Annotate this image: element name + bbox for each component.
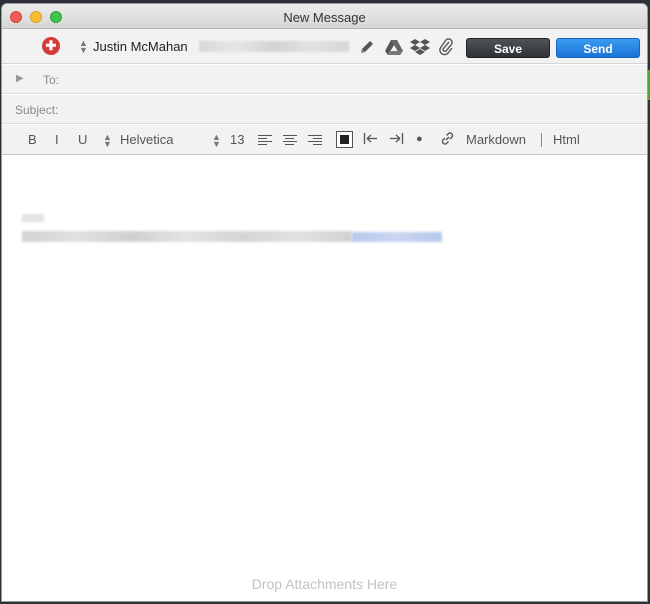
redacted-text [22,231,352,242]
title-bar: New Message [2,4,647,29]
underline-button[interactable]: U [78,132,87,148]
compose-window: New Message ✚ ▲ ▼ Justin McMahan Save Sen… [2,4,647,601]
indent-icon[interactable] [389,131,404,150]
font-stepper-icon[interactable]: ▲ ▼ [103,133,112,149]
window-title: New Message [283,10,366,25]
save-button[interactable]: Save [466,38,550,58]
mode-separator [541,133,542,147]
dropbox-icon[interactable] [410,38,430,61]
link-icon[interactable] [440,131,455,150]
to-row: ▶ To: [2,65,647,94]
subject-field[interactable] [68,100,640,120]
disclosure-triangle-icon[interactable]: ▶ [16,73,24,84]
outdent-icon[interactable] [363,131,378,150]
attachment-icon[interactable] [438,38,454,61]
text-color-icon[interactable] [336,131,353,152]
markdown-mode-button[interactable]: Markdown [466,132,526,148]
to-label: To: [43,73,60,87]
size-stepper-icon[interactable]: ▲ ▼ [212,133,221,149]
bold-button[interactable]: B [28,132,37,148]
account-icon[interactable]: ✚ [42,37,60,55]
from-account-name[interactable]: Justin McMahan [93,39,188,54]
send-button[interactable]: Send [556,38,640,58]
message-body[interactable]: Drop Attachments Here [2,156,647,601]
font-family-select[interactable]: Helvetica [120,132,173,148]
font-size-select[interactable]: 13 [230,132,244,148]
google-drive-icon[interactable] [384,38,404,61]
redacted-link [352,232,442,242]
italic-button[interactable]: I [55,132,59,148]
html-mode-button[interactable]: Html [553,132,580,148]
redacted-text [22,214,44,222]
align-right-icon[interactable] [308,135,322,145]
align-left-icon[interactable] [258,135,272,145]
pencil-icon[interactable] [358,38,376,61]
from-row: ✚ ▲ ▼ Justin McMahan Save Send [2,29,647,64]
drop-attachments-hint: Drop Attachments Here [251,576,398,592]
align-center-icon[interactable] [283,135,297,145]
from-email-redacted [199,41,349,52]
format-toolbar: B I U ▲ ▼ Helvetica ▲ ▼ 13 ● Markdown Html [2,125,647,155]
to-field[interactable] [66,70,640,90]
from-stepper-icon[interactable]: ▲ ▼ [79,39,88,55]
subject-row: Subject: [2,95,647,124]
subject-label: Subject: [15,103,59,117]
bullet-list-icon[interactable]: ● [416,131,423,147]
